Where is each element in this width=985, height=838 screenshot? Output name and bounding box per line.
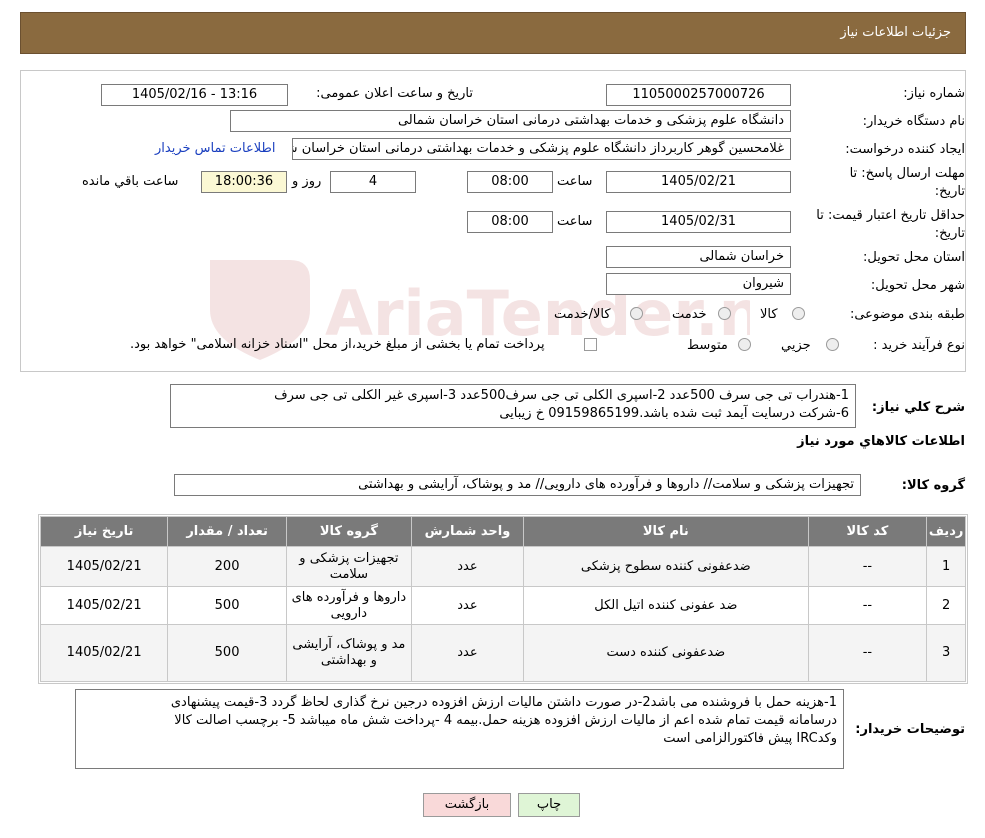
page-title: جزئیات اطلاعات نیاز <box>840 25 951 40</box>
cell-date: 1405/02/21 <box>39 586 169 625</box>
buyer-org-field: دانشگاه علوم پزشکی و خدمات بهداشتی درمان… <box>230 110 791 132</box>
province-label: استان محل تحویل: <box>863 250 965 265</box>
creator-field: غلامحسین گوهر کاربرداز دانشگاه علوم پزشک… <box>292 138 791 160</box>
cell-unit: عدد <box>410 586 525 625</box>
need-number-label: شماره نیاز: <box>903 86 965 101</box>
goods-group-label: گروه کالا: <box>901 478 965 493</box>
summary-textarea[interactable]: 1-هندراب تی جی سرف 500عدد 2-اسپری الکلی … <box>170 384 856 428</box>
category-radio-service[interactable] <box>718 307 731 320</box>
creator-label: ایجاد کننده درخواست: <box>845 142 965 157</box>
col-header-name: نام کالا <box>523 516 809 547</box>
goods-info-title: اطلاعات كالاهاي مورد نياز <box>797 434 965 449</box>
validity-date-field: 1405/02/31 <box>606 211 791 233</box>
buyer-notes-textarea[interactable]: 1-هزینه حمل با فروشنده می باشد2-در صورت … <box>75 689 844 769</box>
table-row[interactable]: 1 -- ضدعفونی کننده سطوح پزشکی عدد تجهیزا… <box>39 546 966 587</box>
print-button[interactable]: چاپ <box>518 793 580 817</box>
back-button[interactable]: بازگشت <box>423 793 511 817</box>
reply-time-field: 08:00 <box>467 171 553 193</box>
col-header-code: کد کالا <box>807 516 928 547</box>
cell-group: مد و پوشاک، آرایشی و بهداشتی <box>285 624 412 682</box>
col-header-index: رديف <box>926 516 966 547</box>
summary-line-2: 6-شرکت درسایت آیمد ثبت شده باشد.09159865… <box>499 406 849 421</box>
cell-unit: عدد <box>410 546 525 587</box>
process-option-minor: جزیي <box>781 338 811 353</box>
summary-line-1: 1-هندراب تی جی سرف 500عدد 2-اسپری الکلی … <box>274 388 849 403</box>
cell-date: 1405/02/21 <box>39 546 169 587</box>
reply-deadline-label-2: تاریخ: <box>934 184 965 199</box>
need-number-field: 1105000257000726 <box>606 84 791 106</box>
validity-label: حداقل تاریخ اعتبار قیمت: تا <box>816 208 965 223</box>
category-option-service: خدمت <box>672 307 707 322</box>
category-label: طبقه بندی موضوعی: <box>849 307 965 322</box>
goods-table: رديف کد کالا نام کالا واحد شمارش گروه کا… <box>39 516 966 682</box>
cell-unit: عدد <box>410 624 525 682</box>
cell-name: ضدعفونی کننده دست <box>523 624 809 682</box>
cell-code: -- <box>807 624 928 682</box>
validity-time-field: 08:00 <box>467 211 553 233</box>
announce-label: تاریخ و ساعت اعلان عمومی: <box>316 86 473 101</box>
days-label: روز و <box>292 174 322 189</box>
city-field: شیروان <box>606 273 791 295</box>
buyer-notes-label: توضیحات خریدار: <box>855 722 965 737</box>
process-radio-minor[interactable] <box>826 338 839 351</box>
category-radio-goods[interactable] <box>792 307 805 320</box>
cell-index: 3 <box>926 624 966 682</box>
col-header-date: تاریخ نیاز <box>39 516 169 547</box>
cell-name: ضدعفونی کننده سطوح پزشکی <box>523 546 809 587</box>
category-radio-goods-service[interactable] <box>630 307 643 320</box>
table-row[interactable]: 2 -- ضد عفونی کننده اتیل الکل عدد داروها… <box>39 586 966 625</box>
cell-qty: 500 <box>167 586 287 625</box>
remaining-label: ساعت باقي مانده <box>82 174 179 189</box>
reply-time-label: ساعت <box>557 174 593 189</box>
cell-date: 1405/02/21 <box>39 624 169 682</box>
col-header-qty: تعداد / مقدار <box>167 516 287 547</box>
province-field: خراسان شمالی <box>606 246 791 268</box>
cell-group: تجهیزات پزشکی و سلامت <box>285 546 412 587</box>
table-row[interactable]: 3 -- ضدعفونی کننده دست عدد مد و پوشاک، آ… <box>39 624 966 682</box>
col-header-group: گروه کالا <box>285 516 412 547</box>
process-label: نوع فرآیند خرید : <box>873 338 965 353</box>
validity-label-2: تاریخ: <box>934 226 965 241</box>
cell-group: داروها و فرآورده های دارویی <box>285 586 412 625</box>
reply-deadline-label: مهلت ارسال پاسخ: تا <box>849 166 965 181</box>
remaining-time-field: 18:00:36 <box>201 171 287 193</box>
process-radio-medium[interactable] <box>738 338 751 351</box>
days-field: 4 <box>330 171 416 193</box>
contact-buyer-link[interactable]: اطلاعات تماس خریدار <box>155 141 275 156</box>
category-option-goods: کالا <box>760 307 778 322</box>
cell-name: ضد عفونی کننده اتیل الکل <box>523 586 809 625</box>
cell-code: -- <box>807 546 928 587</box>
buyer-notes-line-1: 1-هزینه حمل با فروشنده می باشد2-در صورت … <box>170 695 837 710</box>
table-header-row: رديف کد کالا نام کالا واحد شمارش گروه کا… <box>39 516 966 547</box>
process-option-medium: متوسط <box>687 338 728 353</box>
col-header-unit: واحد شمارش <box>410 516 525 547</box>
buyer-notes-line-3: وکدIRC پیش فاکتورالزامی است <box>663 731 837 746</box>
summary-label: شرح كلي نياز: <box>871 400 965 415</box>
buyer-org-label: نام دستگاه خریدار: <box>862 114 965 129</box>
treasury-checkbox[interactable] <box>584 338 597 351</box>
cell-code: -- <box>807 586 928 625</box>
category-option-goods-service: کالا/خدمت <box>554 307 611 322</box>
city-label: شهر محل تحویل: <box>870 278 965 293</box>
process-note: پرداخت تمام یا بخشی از مبلغ خرید،از محل … <box>130 337 545 352</box>
reply-date-field: 1405/02/21 <box>606 171 791 193</box>
announce-field: 1405/02/16 - 13:16 <box>101 84 288 106</box>
goods-group-field: تجهیزات پزشکی و سلامت// داروها و فرآورده… <box>174 474 861 496</box>
cell-index: 2 <box>926 586 966 625</box>
cell-qty: 200 <box>167 546 287 587</box>
cell-index: 1 <box>926 546 966 587</box>
cell-qty: 500 <box>167 624 287 682</box>
page-header: جزئیات اطلاعات نیاز <box>20 12 966 54</box>
validity-time-label: ساعت <box>557 214 593 229</box>
buyer-notes-line-2: درسامانه قیمت تمام شده اعم از مالیات ارز… <box>174 713 837 728</box>
